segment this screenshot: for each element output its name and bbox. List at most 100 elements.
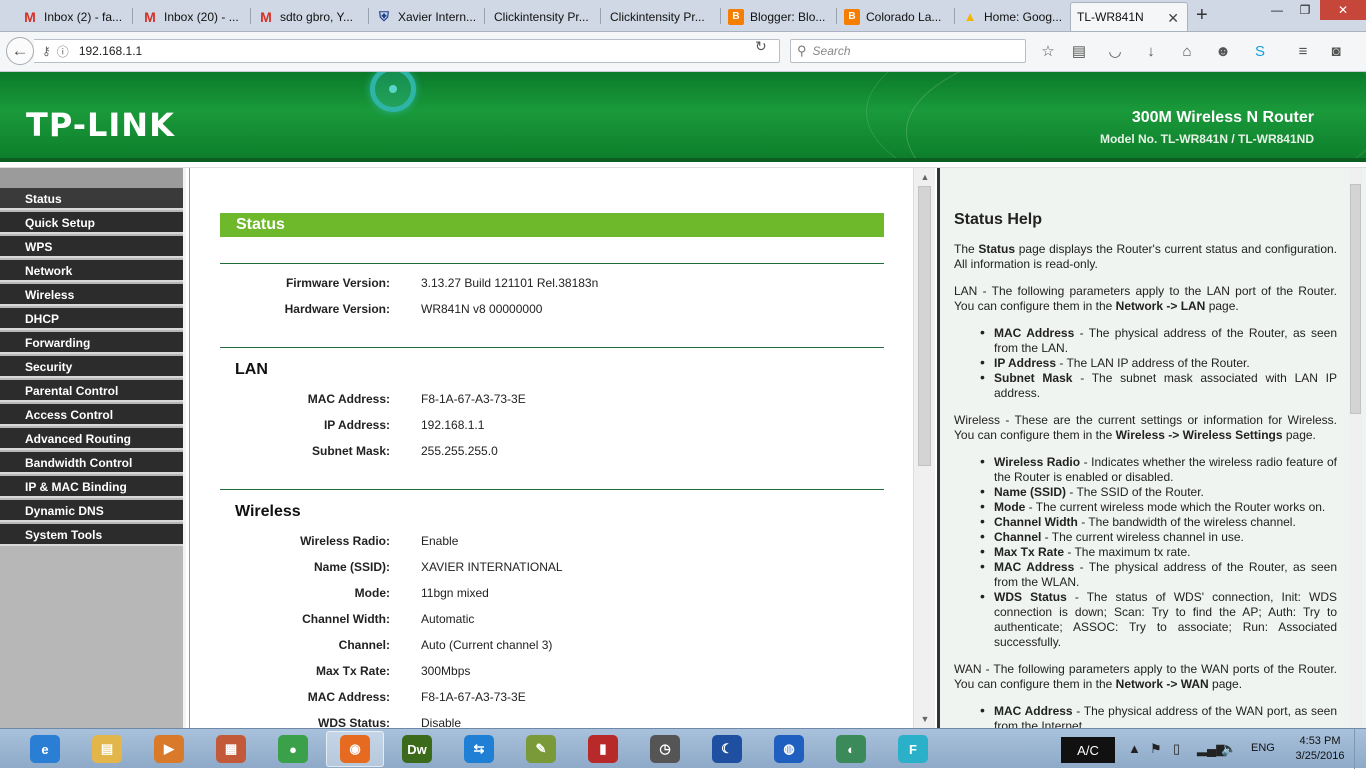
url-bar[interactable]: ⚷ ⓘ 192.168.1.1 xyxy=(34,39,780,63)
taskbar-app-button[interactable]: Dw xyxy=(388,731,446,767)
tp-link-logo: TP-LINK xyxy=(26,106,175,144)
menu-item-access-control[interactable]: Access Control xyxy=(0,404,183,426)
extension-icon[interactable]: ◙ xyxy=(1326,41,1346,61)
help-desc: - The SSID of the Router. xyxy=(1066,485,1204,499)
help-wan: WAN - The following parameters apply to … xyxy=(954,662,1337,692)
tray-expand-icon[interactable]: ▲ xyxy=(1128,741,1141,756)
help-frame-scrollbar[interactable] xyxy=(1349,168,1362,728)
help-bullet: Mode - The current wireless mode which t… xyxy=(980,499,1337,515)
skype-icon[interactable]: S xyxy=(1250,41,1270,61)
scroll-up-icon[interactable]: ▲ xyxy=(914,170,936,184)
firmware-label: Firmware Version: xyxy=(285,276,390,290)
help-desc: - The maximum tx rate. xyxy=(1064,545,1191,559)
volume-icon[interactable]: 🔈 xyxy=(1221,741,1237,757)
url-text[interactable]: 192.168.1.1 xyxy=(79,44,142,58)
taskbar-app-button[interactable]: ▦ xyxy=(202,731,260,767)
help-lan: LAN - The following parameters apply to … xyxy=(954,284,1337,314)
reload-icon[interactable]: ↻ xyxy=(755,38,767,55)
taskbar-app-button[interactable]: e xyxy=(16,731,74,767)
taskbar-app-button[interactable]: ◍ xyxy=(760,731,818,767)
show-desktop-button[interactable] xyxy=(1354,729,1366,769)
taskbar-app-button[interactable]: ☾ xyxy=(698,731,756,767)
clock-time: 4:53 PM xyxy=(1299,735,1341,747)
globe-app-icon: ◍ xyxy=(774,735,804,763)
tab-label: Xavier Intern... xyxy=(398,9,477,24)
tab-colorado[interactable]: B Colorado La... xyxy=(838,2,950,31)
taskbar-app-button[interactable]: ⇆ xyxy=(450,731,508,767)
menu-item-bandwidth-control[interactable]: Bandwidth Control xyxy=(0,452,183,474)
help-bold: Status xyxy=(978,242,1016,256)
taskbar-app-button[interactable]: ◐ xyxy=(822,731,880,767)
taskbar-app-button[interactable]: ▤ xyxy=(78,731,136,767)
router-menu: Status Quick Setup WPS Network Wireless … xyxy=(0,168,186,728)
tab-google-drive[interactable]: ▲ Home: Goog... xyxy=(956,2,1068,31)
menu-icon[interactable]: ≡ xyxy=(1293,41,1313,61)
tab-inbox-2[interactable]: M Inbox (2) - fa... xyxy=(16,2,128,31)
chat-icon[interactable]: ☻ xyxy=(1213,41,1233,61)
tab-clickintensity-1[interactable]: Clickintensity Pr... xyxy=(488,2,600,31)
help-term: MAC Address xyxy=(994,704,1073,718)
battery-icon[interactable]: ▯ xyxy=(1173,741,1180,757)
new-tab-button[interactable]: + xyxy=(1196,4,1208,27)
help-term: MAC Address xyxy=(994,326,1075,340)
channel-width-label: Channel Width: xyxy=(302,612,390,626)
menu-item-quick-setup[interactable]: Quick Setup xyxy=(0,212,183,234)
close-window-button[interactable]: ✕ xyxy=(1320,0,1366,20)
pocket-icon[interactable]: ◡ xyxy=(1105,41,1125,61)
menu-item-ip-mac-binding[interactable]: IP & MAC Binding xyxy=(0,476,183,498)
tab-xavier[interactable]: ⛨ Xavier Intern... xyxy=(370,2,482,31)
menu-item-wps[interactable]: WPS xyxy=(0,236,183,258)
menu-item-wireless[interactable]: Wireless xyxy=(0,284,183,306)
info-icon[interactable]: ⓘ xyxy=(57,43,69,60)
dreamweaver-icon: Dw xyxy=(402,735,432,763)
tab-separator xyxy=(132,8,133,24)
menu-item-parental-control[interactable]: Parental Control xyxy=(0,380,183,402)
restore-window-button[interactable]: ❐ xyxy=(1294,0,1316,20)
tab-blogger[interactable]: B Blogger: Blo... xyxy=(722,2,834,31)
flag-icon[interactable]: ⚑ xyxy=(1150,741,1162,757)
tab-clickintensity-2[interactable]: Clickintensity Pr... xyxy=(604,2,718,31)
main-frame-scrollbar[interactable]: ▲ ▼ xyxy=(913,168,935,728)
menu-item-security[interactable]: Security xyxy=(0,356,183,378)
taskbar-app-button[interactable]: ◉ xyxy=(326,731,384,767)
taskbar-app-button[interactable]: ▮ xyxy=(574,731,632,767)
wireless-radio-value: Enable xyxy=(421,534,459,548)
help-bullet: IP Address - The LAN IP address of the R… xyxy=(980,355,1337,371)
menu-item-system-tools[interactable]: System Tools xyxy=(0,524,183,546)
menu-item-network[interactable]: Network xyxy=(0,260,183,282)
taskbar-app-button[interactable]: ▶ xyxy=(140,731,198,767)
menu-item-forwarding[interactable]: Forwarding xyxy=(0,332,183,354)
menu-item-dynamic-dns[interactable]: Dynamic DNS xyxy=(0,500,183,522)
download-icon[interactable]: ↓ xyxy=(1141,41,1161,61)
help-term: Subnet Mask xyxy=(994,371,1073,385)
taskbar-app-button[interactable]: ✎ xyxy=(512,731,570,767)
key-icon[interactable]: ⚷ xyxy=(42,44,51,58)
bookmark-star-icon[interactable]: ☆ xyxy=(1038,41,1058,61)
help-bullet: WDS Status - The status of WDS' connecti… xyxy=(980,589,1337,650)
close-tab-icon[interactable]: ✕ xyxy=(1167,10,1179,27)
minimize-window-button[interactable]: — xyxy=(1266,0,1288,20)
home-icon[interactable]: ⌂ xyxy=(1177,41,1197,61)
max-tx-rate-label: Max Tx Rate: xyxy=(315,664,390,678)
reading-list-icon[interactable]: ▤ xyxy=(1069,41,1089,61)
tab-inbox-20[interactable]: M Inbox (20) - ... xyxy=(136,2,248,31)
menu-item-status[interactable]: Status xyxy=(0,188,183,210)
ac-indicator[interactable]: A/C xyxy=(1061,737,1115,763)
scrollbar-thumb[interactable] xyxy=(1350,184,1361,414)
taskbar-app-button[interactable]: ● xyxy=(264,731,322,767)
tab-sdto-gbro[interactable]: M sdto gbro, Y... xyxy=(252,2,364,31)
back-button[interactable]: ← xyxy=(6,37,34,65)
taskbar-app-button[interactable]: F xyxy=(884,731,942,767)
help-bullet: Channel Width - The bandwidth of the wir… xyxy=(980,514,1337,530)
clock[interactable]: 4:53 PM 3/25/2016 xyxy=(1294,734,1346,764)
tab-router-active[interactable]: TL-WR841N ✕ xyxy=(1070,2,1188,31)
scrollbar-thumb[interactable] xyxy=(918,186,931,466)
tab-separator xyxy=(250,8,251,24)
language-indicator[interactable]: ENG xyxy=(1251,742,1275,754)
search-input[interactable]: ⚲ Search xyxy=(790,39,1026,63)
menu-item-advanced-routing[interactable]: Advanced Routing xyxy=(0,428,183,450)
menu-item-dhcp[interactable]: DHCP xyxy=(0,308,183,330)
taskbar-app-button[interactable]: ◷ xyxy=(636,731,694,767)
lan-ip-label: IP Address: xyxy=(323,418,390,432)
scroll-down-icon[interactable]: ▼ xyxy=(914,712,936,726)
